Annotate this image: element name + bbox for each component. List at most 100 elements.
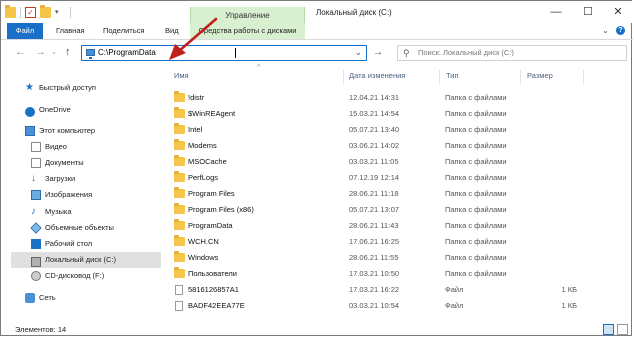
file-date: 17.03.21 10:50 <box>349 269 400 278</box>
search-placeholder[interactable]: Поиск: Локальный диск (C:) <box>418 48 514 57</box>
file-row[interactable]: Modems 03.06.21 14:02 Папка с файлами <box>173 138 623 154</box>
large-icons-view-icon[interactable] <box>617 324 628 335</box>
folder-icon <box>174 171 185 182</box>
search-box[interactable]: ⚲ Поиск: Локальный диск (C:) <box>397 45 627 61</box>
details-view-icon[interactable] <box>603 324 614 335</box>
column-header-size[interactable]: Размер <box>527 67 553 85</box>
file-name: Windows <box>188 253 219 262</box>
file-size: 1 КБ <box>561 285 577 294</box>
file-row[interactable]: $WinREAgent 15.03.21 14:54 Папка с файлами <box>173 106 623 122</box>
file-name: !distr <box>188 93 205 102</box>
file-date: 07.12.19 12:14 <box>349 173 400 182</box>
address-bar[interactable]: C:\ProgramData ⌄ <box>81 45 367 61</box>
file-row[interactable]: PerfLogs 07.12.19 12:14 Папка с файлами <box>173 170 623 186</box>
sidebar-item-cd-drive-f[interactable]: CD-дисковод (F:) <box>11 268 161 284</box>
sidebar-item-onedrive[interactable]: OneDrive <box>11 102 161 118</box>
file-type: Папка с файлами <box>445 221 507 230</box>
customize-toolbar-icon[interactable]: ▾ <box>55 7 66 18</box>
file-row[interactable]: Windows 28.06.21 11:55 Папка с файлами <box>173 250 623 266</box>
sidebar-item-music[interactable]: ♪ Музыка <box>11 204 161 220</box>
star-icon: ★ <box>25 82 34 93</box>
address-dropdown-icon[interactable]: ⌄ <box>354 47 362 58</box>
file-row[interactable]: 5816126857A1 17.03.21 16:22 Файл 1 КБ <box>173 282 623 298</box>
item-count: Элементов: 14 <box>15 325 67 334</box>
column-header-name[interactable]: Имя <box>174 67 189 85</box>
file-type: Папка с файлами <box>445 237 507 246</box>
file-row[interactable]: Program Files 28.06.21 11:18 Папка с файла… <box>173 186 623 202</box>
sidebar-item-label: Быстрый доступ <box>39 83 96 92</box>
desktop-icon <box>31 239 41 249</box>
sidebar-item-3d-objects[interactable]: Объемные объекты <box>11 220 161 236</box>
address-input[interactable]: C:\ProgramData <box>98 48 156 57</box>
file-row[interactable]: ProgramData 28.06.21 11:43 Папка с файлами <box>173 218 623 234</box>
minimize-button[interactable]: — <box>541 3 571 21</box>
column-separator[interactable] <box>583 70 584 84</box>
new-folder-icon[interactable] <box>40 4 51 18</box>
file-row[interactable]: !distr 12.04.21 14:31 Папка с файлами <box>173 90 623 106</box>
3d-objects-icon <box>30 222 42 234</box>
column-header-date[interactable]: Дата изменения <box>349 67 405 85</box>
folder-icon <box>174 139 185 150</box>
file-row[interactable]: Program Files (x86) 05.07.21 13:07 Папка с… <box>173 202 623 218</box>
sidebar-item-network[interactable]: Сеть <box>11 290 161 306</box>
recent-locations-chevron-icon[interactable]: ⌄ <box>51 48 57 56</box>
sidebar-item-desktop[interactable]: Рабочий стол <box>11 236 161 252</box>
properties-icon[interactable]: ✓ <box>25 6 36 18</box>
search-icon: ⚲ <box>403 48 410 58</box>
pictures-icon <box>31 190 41 200</box>
sidebar-item-downloads[interactable]: ↓ Загрузки <box>11 171 161 187</box>
folder-icon <box>174 155 185 166</box>
sidebar-item-label: Рабочий стол <box>45 239 93 248</box>
cloud-icon <box>25 107 35 117</box>
tab-home[interactable]: Главная <box>56 23 85 39</box>
expand-ribbon-icon[interactable]: ⌄ <box>602 26 610 35</box>
file-date: 17.03.21 16:22 <box>349 285 400 294</box>
column-header-type[interactable]: Тип <box>446 67 459 85</box>
up-arrow-icon[interactable]: ↑ <box>65 46 71 58</box>
file-date: 12.04.21 14:31 <box>349 93 400 102</box>
file-row[interactable]: WCH.CN 17.06.21 16:25 Папка с файлами <box>173 234 623 250</box>
help-icon[interactable]: ? <box>616 26 625 35</box>
sidebar-item-documents[interactable]: Документы <box>11 155 161 171</box>
file-row[interactable]: Intel 05.07.21 13:40 Папка с файлами <box>173 122 623 138</box>
file-date: 17.06.21 16:25 <box>349 237 400 246</box>
computer-icon <box>25 126 35 136</box>
close-button[interactable]: ✕ <box>603 3 633 21</box>
file-name: Modems <box>188 141 217 150</box>
sidebar-item-this-pc[interactable]: Этот компьютер <box>11 123 161 139</box>
downloads-icon: ↓ <box>31 173 36 184</box>
go-arrow-icon[interactable]: → <box>373 47 383 58</box>
tab-share[interactable]: Поделиться <box>103 23 144 39</box>
sort-ascending-icon: ^ <box>257 64 261 71</box>
separator <box>20 6 21 18</box>
folder-icon <box>174 267 185 278</box>
file-name: Intel <box>188 125 203 134</box>
column-separator[interactable] <box>520 70 521 84</box>
file-row[interactable]: BADF42EEA77E 03.03.21 10:54 Файл 1 КБ <box>173 298 623 314</box>
sidebar-item-label: Изображения <box>45 190 93 199</box>
column-separator[interactable] <box>439 70 440 84</box>
sidebar-item-pictures[interactable]: Изображения <box>11 187 161 203</box>
tab-file[interactable]: Файл <box>7 23 43 39</box>
sidebar-item-label: Объемные объекты <box>45 223 114 232</box>
file-row[interactable]: Пользователи 17.03.21 10:50 Папка с файлам… <box>173 266 623 282</box>
sidebar-item-video[interactable]: Видео <box>11 139 161 155</box>
sidebar-item-label: Видео <box>45 142 67 151</box>
file-name: Program Files (x86) <box>188 205 254 214</box>
file-type: Папка с файлами <box>445 253 507 262</box>
file-date: 03.06.21 14:02 <box>349 141 400 150</box>
file-name: WCH.CN <box>188 237 219 246</box>
file-name: ProgramData <box>188 221 233 230</box>
column-separator[interactable] <box>343 70 344 84</box>
back-arrow-icon[interactable]: ← <box>15 46 26 58</box>
video-icon <box>31 142 41 152</box>
forward-arrow-icon[interactable]: → <box>35 46 46 58</box>
ribbon-tabs: Файл Главная Поделиться Вид Средства раб… <box>1 23 633 40</box>
folder-icon <box>174 107 185 118</box>
file-row[interactable]: MSOCache 03.03.21 11:05 Папка с файлами <box>173 154 623 170</box>
folder-icon <box>174 235 185 246</box>
sidebar-item-local-disk-c[interactable]: Локальный диск (C:) <box>11 252 161 268</box>
file-date: 03.03.21 11:05 <box>349 157 399 166</box>
maximize-button[interactable]: ☐ <box>573 3 603 21</box>
sidebar-item-quick-access[interactable]: ★ Быстрый доступ <box>11 80 161 96</box>
